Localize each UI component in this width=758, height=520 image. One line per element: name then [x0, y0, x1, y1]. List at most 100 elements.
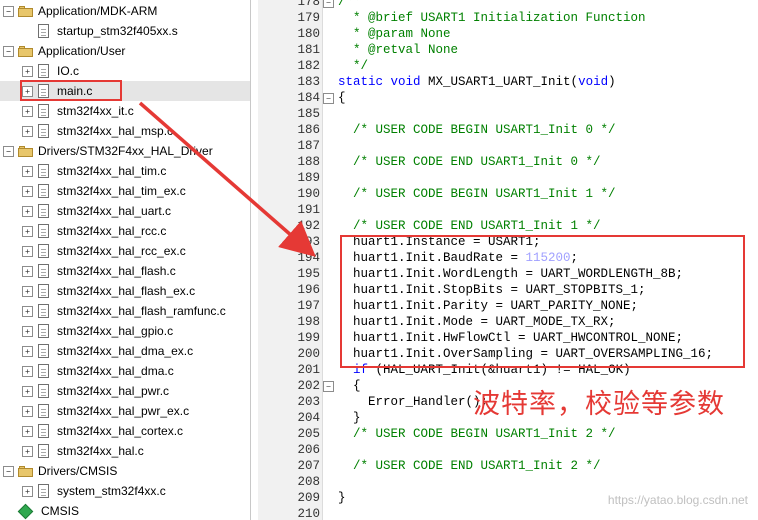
- code-line: 200 huart1.Init.OverSampling = UART_OVER…: [258, 346, 758, 362]
- line-number: 179: [297, 11, 320, 25]
- line-number: 189: [297, 171, 320, 185]
- expand-toggle[interactable]: +: [22, 445, 33, 457]
- expand-toggle[interactable]: +: [22, 325, 33, 337]
- line-number: 188: [297, 155, 320, 169]
- expand-toggle[interactable]: +: [22, 405, 33, 417]
- tree-item[interactable]: + stm32f4xx_hal_msp.c: [0, 121, 250, 141]
- code-line: 189: [258, 170, 758, 186]
- tree-item[interactable]: − Drivers/CMSIS: [0, 461, 250, 481]
- code-line: 207 /* USER CODE END USART1_Init 2 */: [258, 458, 758, 474]
- tree-item[interactable]: + stm32f4xx_hal_flash_ramfunc.c: [0, 301, 250, 321]
- code-token: MX_USART1_UART_Init(: [428, 75, 579, 89]
- expand-toggle[interactable]: +: [22, 65, 33, 77]
- expand-toggle[interactable]: +: [22, 205, 33, 217]
- fold-toggle[interactable]: −: [323, 0, 334, 8]
- expand-toggle[interactable]: +: [22, 305, 33, 317]
- tree-item[interactable]: + stm32f4xx_hal_gpio.c: [0, 321, 250, 341]
- tree-item[interactable]: + stm32f4xx_hal_rcc.c: [0, 221, 250, 241]
- code-line: 199 huart1.Init.HwFlowCtl = UART_HWCONTR…: [258, 330, 758, 346]
- code-token: */: [338, 59, 369, 73]
- tree-item[interactable]: + stm32f4xx_it.c: [0, 101, 250, 121]
- tree-item[interactable]: − Application/User: [0, 41, 250, 61]
- line-number: 197: [297, 299, 320, 313]
- code-text: * @param None: [338, 26, 451, 42]
- tree-item[interactable]: + stm32f4xx_hal_pwr.c: [0, 381, 250, 401]
- code-text: huart1.Instance = USART1;: [338, 234, 541, 250]
- tree-item[interactable]: + stm32f4xx_hal_dma.c: [0, 361, 250, 381]
- expand-toggle[interactable]: +: [22, 485, 33, 497]
- expand-toggle[interactable]: +: [22, 185, 33, 197]
- tree-item[interactable]: + system_stm32f4xx.c: [0, 481, 250, 501]
- line-number: 201: [297, 363, 320, 377]
- line-number: 196: [297, 283, 320, 297]
- expand-toggle[interactable]: +: [22, 285, 33, 297]
- tree-item[interactable]: + stm32f4xx_hal_pwr_ex.c: [0, 401, 250, 421]
- tree-item[interactable]: startup_stm32f405xx.s: [0, 21, 250, 41]
- code-text: * @brief USART1 Initialization Function: [338, 10, 646, 26]
- code-text: huart1.Init.OverSampling = UART_OVERSAMP…: [338, 346, 713, 362]
- tree-item[interactable]: + stm32f4xx_hal_rcc_ex.c: [0, 241, 250, 261]
- code-line: 208: [258, 474, 758, 490]
- line-number: 207: [297, 459, 320, 473]
- expand-toggle[interactable]: +: [22, 105, 33, 117]
- line-number: 180: [297, 27, 320, 41]
- tree-item[interactable]: + main.c: [0, 81, 250, 101]
- tree-item[interactable]: + IO.c: [0, 61, 250, 81]
- expand-toggle[interactable]: +: [22, 425, 33, 437]
- expand-toggle[interactable]: +: [22, 345, 33, 357]
- collapse-toggle[interactable]: −: [3, 145, 14, 157]
- line-number: 210: [297, 507, 320, 520]
- code-editor[interactable]: 178−/** 179 * @brief USART1 Initializatio…: [258, 0, 758, 520]
- expand-toggle[interactable]: +: [22, 245, 33, 257]
- expand-toggle[interactable]: +: [22, 125, 33, 137]
- line-number: 199: [297, 331, 320, 345]
- collapse-toggle[interactable]: −: [3, 45, 14, 57]
- tree-item[interactable]: − Application/MDK-ARM: [0, 1, 250, 21]
- line-number: 205: [297, 427, 320, 441]
- tree-item[interactable]: + stm32f4xx_hal_cortex.c: [0, 421, 250, 441]
- code-text: if (HAL_UART_Init(&huart1) != HAL_OK): [338, 362, 631, 378]
- tree-item[interactable]: + stm32f4xx_hal_tim.c: [0, 161, 250, 181]
- file-icon: [38, 324, 49, 338]
- expand-toggle[interactable]: +: [22, 365, 33, 377]
- tree-item[interactable]: + stm32f4xx_hal_dma_ex.c: [0, 341, 250, 361]
- code-text: * @retval None: [338, 42, 458, 58]
- tree-item[interactable]: + stm32f4xx_hal_flash.c: [0, 261, 250, 281]
- line-number: 185: [297, 107, 320, 121]
- expand-toggle[interactable]: +: [22, 385, 33, 397]
- folder-icon: [18, 145, 33, 157]
- code-line: 181 * @retval None: [258, 42, 758, 58]
- tree-item[interactable]: + stm32f4xx_hal_tim_ex.c: [0, 181, 250, 201]
- fold-toggle[interactable]: −: [323, 381, 334, 392]
- code-text: {: [338, 90, 346, 106]
- collapse-toggle[interactable]: −: [3, 465, 14, 477]
- code-text: /* USER CODE END USART1_Init 1 */: [338, 218, 601, 234]
- line-number: 181: [297, 43, 320, 57]
- line-number: 190: [297, 187, 320, 201]
- fold-toggle[interactable]: −: [323, 93, 334, 104]
- code-line: 195 huart1.Init.WordLength = UART_WORDLE…: [258, 266, 758, 282]
- code-token: void: [390, 75, 429, 89]
- file-icon: [38, 424, 49, 438]
- expand-toggle[interactable]: +: [22, 85, 33, 97]
- expand-toggle[interactable]: +: [22, 265, 33, 277]
- code-token: /* USER CODE BEGIN USART1_Init 1 */: [338, 187, 616, 201]
- expand-toggle[interactable]: +: [22, 225, 33, 237]
- code-text: }: [338, 410, 361, 426]
- line-number: 184: [297, 91, 320, 105]
- tree-item-label: stm32f4xx_hal.c: [57, 444, 144, 458]
- code-token: /* USER CODE END USART1_Init 1 */: [338, 219, 601, 233]
- tree-item-label: IO.c: [57, 64, 80, 78]
- code-line: 194 huart1.Init.BaudRate = 115200;: [258, 250, 758, 266]
- tree-item[interactable]: + stm32f4xx_hal_flash_ex.c: [0, 281, 250, 301]
- code-line: 183 static void MX_USART1_UART_Init(void): [258, 74, 758, 90]
- line-number: 192: [297, 219, 320, 233]
- tree-item[interactable]: + stm32f4xx_hal_uart.c: [0, 201, 250, 221]
- expand-toggle[interactable]: +: [22, 165, 33, 177]
- code-text: /* USER CODE BEGIN USART1_Init 2 */: [338, 426, 616, 442]
- collapse-toggle[interactable]: −: [3, 5, 14, 17]
- tree-item[interactable]: + stm32f4xx_hal.c: [0, 441, 250, 461]
- code-token: /* USER CODE BEGIN USART1_Init 0 */: [338, 123, 616, 137]
- tree-item[interactable]: − Drivers/STM32F4xx_HAL_Driver: [0, 141, 250, 161]
- tree-item[interactable]: CMSIS: [0, 501, 250, 520]
